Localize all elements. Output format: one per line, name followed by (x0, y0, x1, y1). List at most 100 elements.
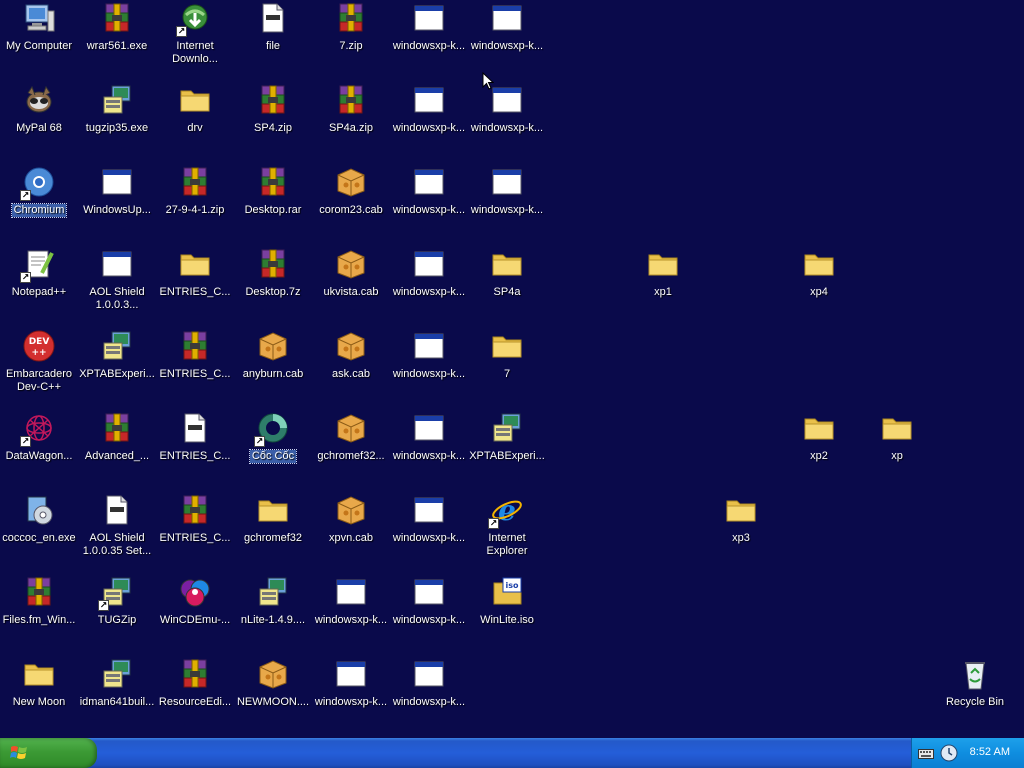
desktop-icon-drv[interactable]: drv (156, 82, 234, 160)
desktop-icon-windowsxp-k[interactable]: windowsxp-k... (312, 574, 390, 652)
archive-icon (100, 1, 134, 35)
desktop-icon-anyburn-cab[interactable]: anyburn.cab (234, 328, 312, 406)
desktop-icon-wrar561[interactable]: wrar561.exe (78, 0, 156, 78)
desktop-icon-coc-coc[interactable]: ↗ Cốc Cốc (234, 410, 312, 488)
desktop-icon-wincdemu[interactable]: WinCDEmu-... (156, 574, 234, 652)
text-file-icon (256, 1, 290, 35)
shortcut-arrow-icon: ↗ (488, 518, 499, 529)
desktop[interactable]: My Computer wrar561.exe ↗ Internet Downlo… (0, 0, 1024, 738)
desktop-icon-file[interactable]: file (234, 0, 312, 78)
installer-icon: ↗ (98, 575, 134, 611)
folder-icon (256, 493, 290, 527)
desktop-icon-notepad-plus-plus[interactable]: ↗ Notepad++ (0, 246, 78, 324)
desktop-icon-internet-explorer[interactable]: e ↗ Internet Explorer (468, 492, 546, 570)
desktop-icon-sp4a-zip[interactable]: SP4a.zip (312, 82, 390, 160)
desktop-icon-winlite-iso[interactable]: iso WinLite.iso (468, 574, 546, 652)
desktop-icon-corom23-cab[interactable]: corom23.cab (312, 164, 390, 242)
window-app-icon (490, 165, 524, 199)
desktop-icon-advanced[interactable]: Advanced_... (78, 410, 156, 488)
window-app-icon (412, 575, 446, 609)
desktop-icon-xp4[interactable]: xp4 (780, 246, 858, 324)
desktop-icon-windowsxp-k[interactable]: windowsxp-k... (468, 82, 546, 160)
desktop-icon-7[interactable]: 7 (468, 328, 546, 406)
desktop-icon-xp[interactable]: xp (858, 410, 936, 488)
time-sync-icon[interactable] (940, 744, 958, 762)
desktop-icon-xpvn-cab[interactable]: xpvn.cab (312, 492, 390, 570)
desktop-icon-chromium[interactable]: ↗ Chromium (0, 164, 78, 242)
installer-icon (100, 657, 134, 691)
shortcut-arrow-icon: ↗ (20, 272, 31, 283)
desktop-icon-aol-shield-setup[interactable]: AOL Shield 1.0.0.35 Set... (78, 492, 156, 570)
desktop-icon-resourceedi[interactable]: ResourceEdi... (156, 656, 234, 734)
desktop-icon-xptabexperi[interactable]: XPTABExperi... (468, 410, 546, 488)
desktop-icon-windowsxp-k[interactable]: windowsxp-k... (390, 492, 468, 570)
folder-icon (178, 83, 212, 117)
cab-icon (334, 247, 368, 281)
desktop-icon-windowsxp-k[interactable]: windowsxp-k... (390, 574, 468, 652)
window-app-icon (412, 247, 446, 281)
desktop-icon-sp4-zip[interactable]: SP4.zip (234, 82, 312, 160)
desktop-icon-windowsxp-k[interactable]: windowsxp-k... (390, 0, 468, 78)
svg-text:++: ++ (31, 348, 46, 358)
desktop-icon-tugzip[interactable]: ↗ TUGZip (78, 574, 156, 652)
system-tray: 8:52 AM (911, 738, 1024, 768)
archive-icon (100, 411, 134, 445)
desktop-icon-desktop-rar[interactable]: Desktop.rar (234, 164, 312, 242)
desktop-icon-xp2[interactable]: xp2 (780, 410, 858, 488)
desktop-icon-windowsxp-k[interactable]: windowsxp-k... (312, 656, 390, 734)
desktop-icon-windowsxp-k[interactable]: windowsxp-k... (468, 0, 546, 78)
desktop-icon-mypal[interactable]: MyPal 68 (0, 82, 78, 160)
desktop-icon-xp1[interactable]: xp1 (624, 246, 702, 324)
desktop-icon-windowsxp-k[interactable]: windowsxp-k... (390, 246, 468, 324)
desktop-icon-windowsxp-k[interactable]: windowsxp-k... (390, 410, 468, 488)
desktop-icon-entries-c[interactable]: ENTRIES_C... (156, 246, 234, 324)
desktop-icon-27-9-4-1-zip[interactable]: 27-9-4-1.zip (156, 164, 234, 242)
archive-icon (334, 83, 368, 117)
desktop-icon-entries-c[interactable]: ENTRIES_C... (156, 492, 234, 570)
desktop-icon-datawagon[interactable]: ↗ DataWagon... (0, 410, 78, 488)
desktop-icon-windowsxp-k[interactable]: windowsxp-k... (390, 82, 468, 160)
desktop-icon-ask-cab[interactable]: ask.cab (312, 328, 390, 406)
desktop-icon-recycle-bin[interactable]: Recycle Bin (936, 656, 1014, 734)
desktop-icon-xptabexperi[interactable]: XPTABExperi... (78, 328, 156, 406)
desktop-icon-windowsxp-k[interactable]: windowsxp-k... (390, 656, 468, 734)
desktop-icon-entries-c[interactable]: ENTRIES_C... (156, 328, 234, 406)
desktop-icon-my-computer[interactable]: My Computer (0, 0, 78, 78)
archive-icon (256, 247, 290, 281)
cab-icon (256, 657, 290, 691)
desktop-icon-xp3[interactable]: xp3 (702, 492, 780, 570)
start-button[interactable] (0, 738, 97, 768)
desktop-icon-windowsxp-k[interactable]: windowsxp-k... (468, 164, 546, 242)
taskbar-clock[interactable]: 8:52 AM (970, 746, 1010, 758)
desktop-icon-tugzip35[interactable]: tugzip35.exe (78, 82, 156, 160)
desktop-icon-internet-download-manager[interactable]: ↗ Internet Downlo... (156, 0, 234, 78)
cab-icon (256, 329, 290, 363)
desktop-icon-windowsxp-k[interactable]: windowsxp-k... (390, 164, 468, 242)
desktop-icon-ukvista-cab[interactable]: ukvista.cab (312, 246, 390, 324)
desktop-icon-gchromef32-cab[interactable]: gchromef32... (312, 410, 390, 488)
keyboard-icon[interactable] (918, 746, 934, 760)
folder-icon (178, 247, 212, 281)
desktop-icon-aol-shield[interactable]: AOL Shield 1.0.0.3... (78, 246, 156, 324)
desktop-icon-coccoc-en[interactable]: coccoc_en.exe (0, 492, 78, 570)
desktop-icon-desktop-7z[interactable]: Desktop.7z (234, 246, 312, 324)
desktop-icon-nlite[interactable]: nLite-1.4.9.... (234, 574, 312, 652)
installer-icon (100, 329, 134, 363)
desktop-icon-entries-c[interactable]: ENTRIES_C... (156, 410, 234, 488)
folder-icon (646, 247, 680, 281)
desktop-icon-windowsup[interactable]: WindowsUp... (78, 164, 156, 242)
window-app-icon (412, 165, 446, 199)
desktop-icon-files-fm[interactable]: Files.fm_Win... (0, 574, 78, 652)
desktop-icon-windowsxp-k[interactable]: windowsxp-k... (390, 328, 468, 406)
desktop-icon-idman641[interactable]: idman641buil... (78, 656, 156, 734)
desktop-icon-embarcadero-devcpp[interactable]: DEV ++ Embarcadero Dev-C++ (0, 328, 78, 406)
coccoc-icon: ↗ (254, 411, 290, 447)
installer-icon (490, 411, 524, 445)
mypal-icon (22, 83, 56, 117)
desktop-icon-7-zip[interactable]: 7.zip (312, 0, 390, 78)
desktop-icon-sp4a[interactable]: SP4a (468, 246, 546, 324)
window-app-icon (412, 83, 446, 117)
desktop-icon-new-moon[interactable]: New Moon (0, 656, 78, 734)
desktop-icon-gchromef32[interactable]: gchromef32 (234, 492, 312, 570)
desktop-icon-newmoon-cab[interactable]: NEWMOON.... (234, 656, 312, 734)
